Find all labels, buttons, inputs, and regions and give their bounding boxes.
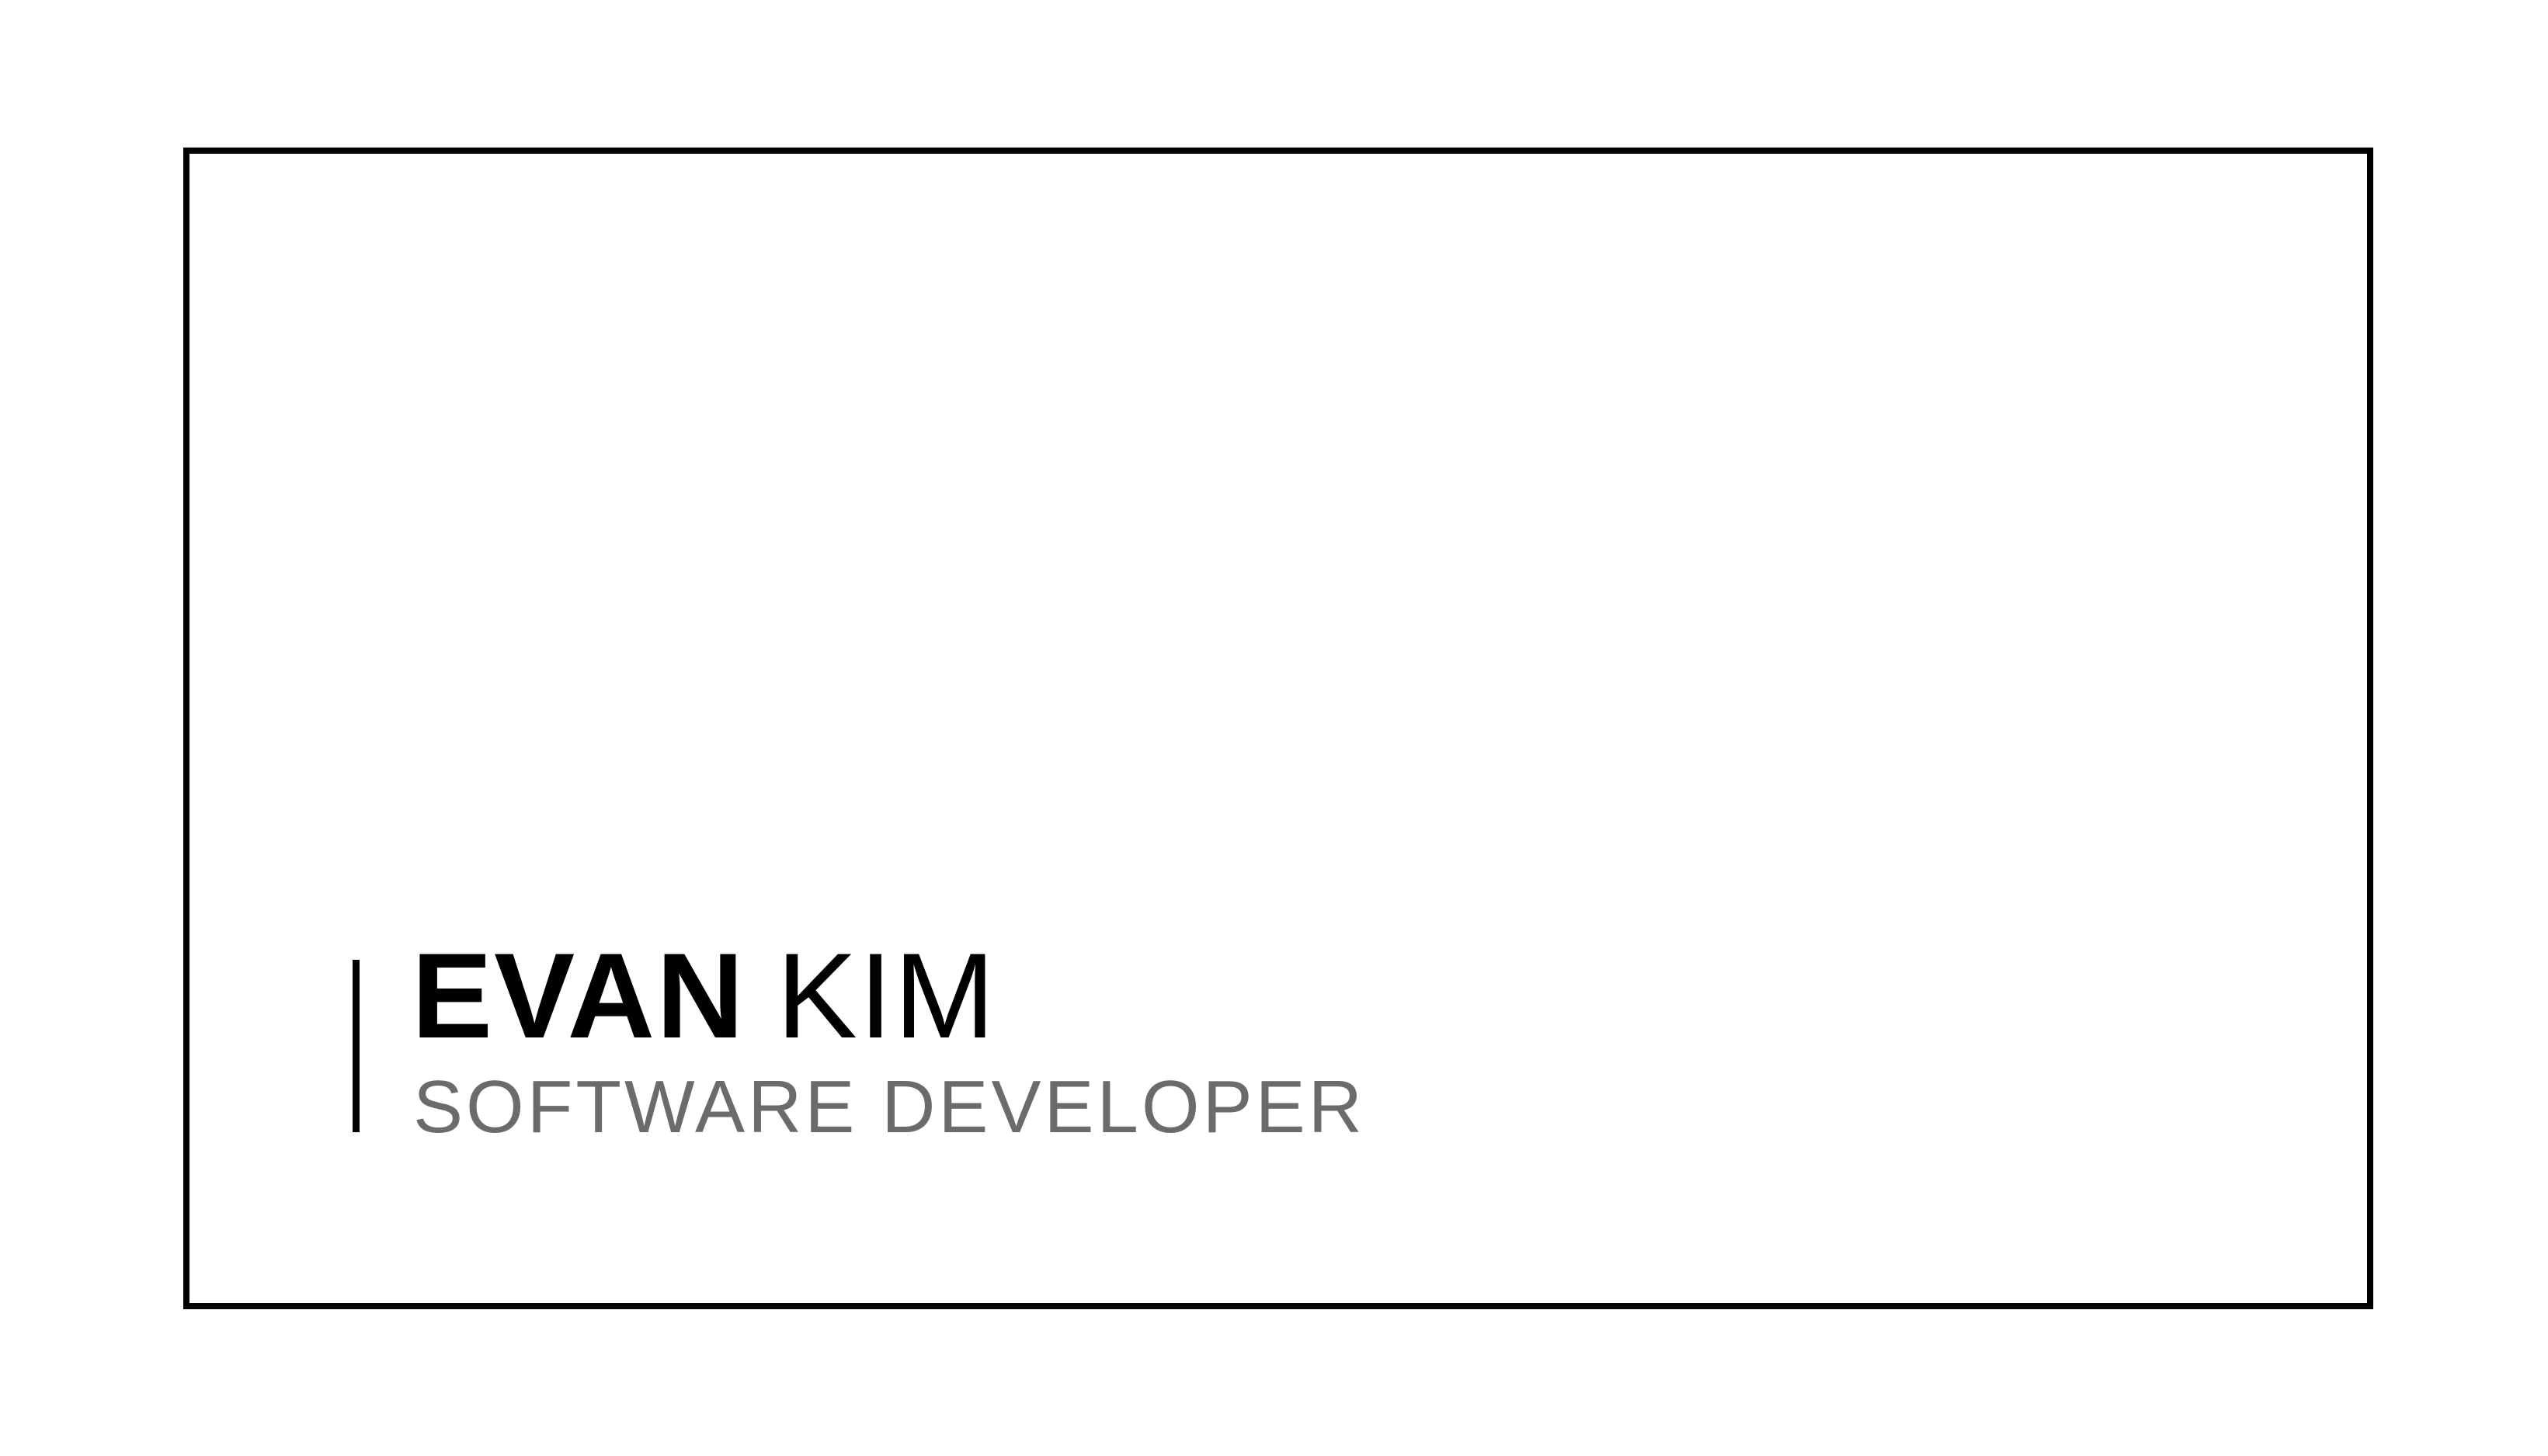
vertical-accent-bar	[353, 960, 360, 1132]
first-name: EVAN	[412, 929, 746, 1064]
person-name: EVAN KIM	[412, 936, 996, 1057]
business-card-slide: EVAN KIM SOFTWARE DEVELOPER	[0, 0, 2548, 1456]
job-title: SOFTWARE DEVELOPER	[413, 1065, 1365, 1148]
last-name: KIM	[776, 929, 997, 1064]
